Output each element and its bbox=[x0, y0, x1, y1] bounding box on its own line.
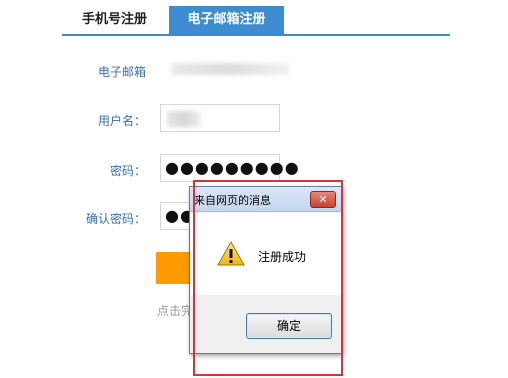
username-value-redacted bbox=[167, 111, 201, 127]
password-field[interactable]: ●●●●●●●●● bbox=[160, 154, 299, 182]
password-value: ●●●●●●●●● bbox=[165, 158, 300, 177]
username-field[interactable] bbox=[160, 104, 280, 132]
highlight-outline bbox=[193, 180, 343, 376]
email-label: 电子邮箱 bbox=[97, 65, 146, 79]
email-field[interactable] bbox=[160, 54, 289, 82]
username-label: 用户名： bbox=[97, 114, 146, 128]
tab-email-register[interactable]: 电子邮箱注册 bbox=[169, 6, 284, 34]
agreement-hint: 点击完 bbox=[157, 304, 194, 318]
tab-phone-register[interactable]: 手机号注册 bbox=[62, 6, 167, 34]
password-label: 密码： bbox=[109, 164, 146, 178]
registration-tabs: 手机号注册 电子邮箱注册 bbox=[62, 6, 450, 36]
email-value-redacted bbox=[171, 63, 289, 75]
confirm-password-label: 确认密码： bbox=[85, 212, 146, 226]
